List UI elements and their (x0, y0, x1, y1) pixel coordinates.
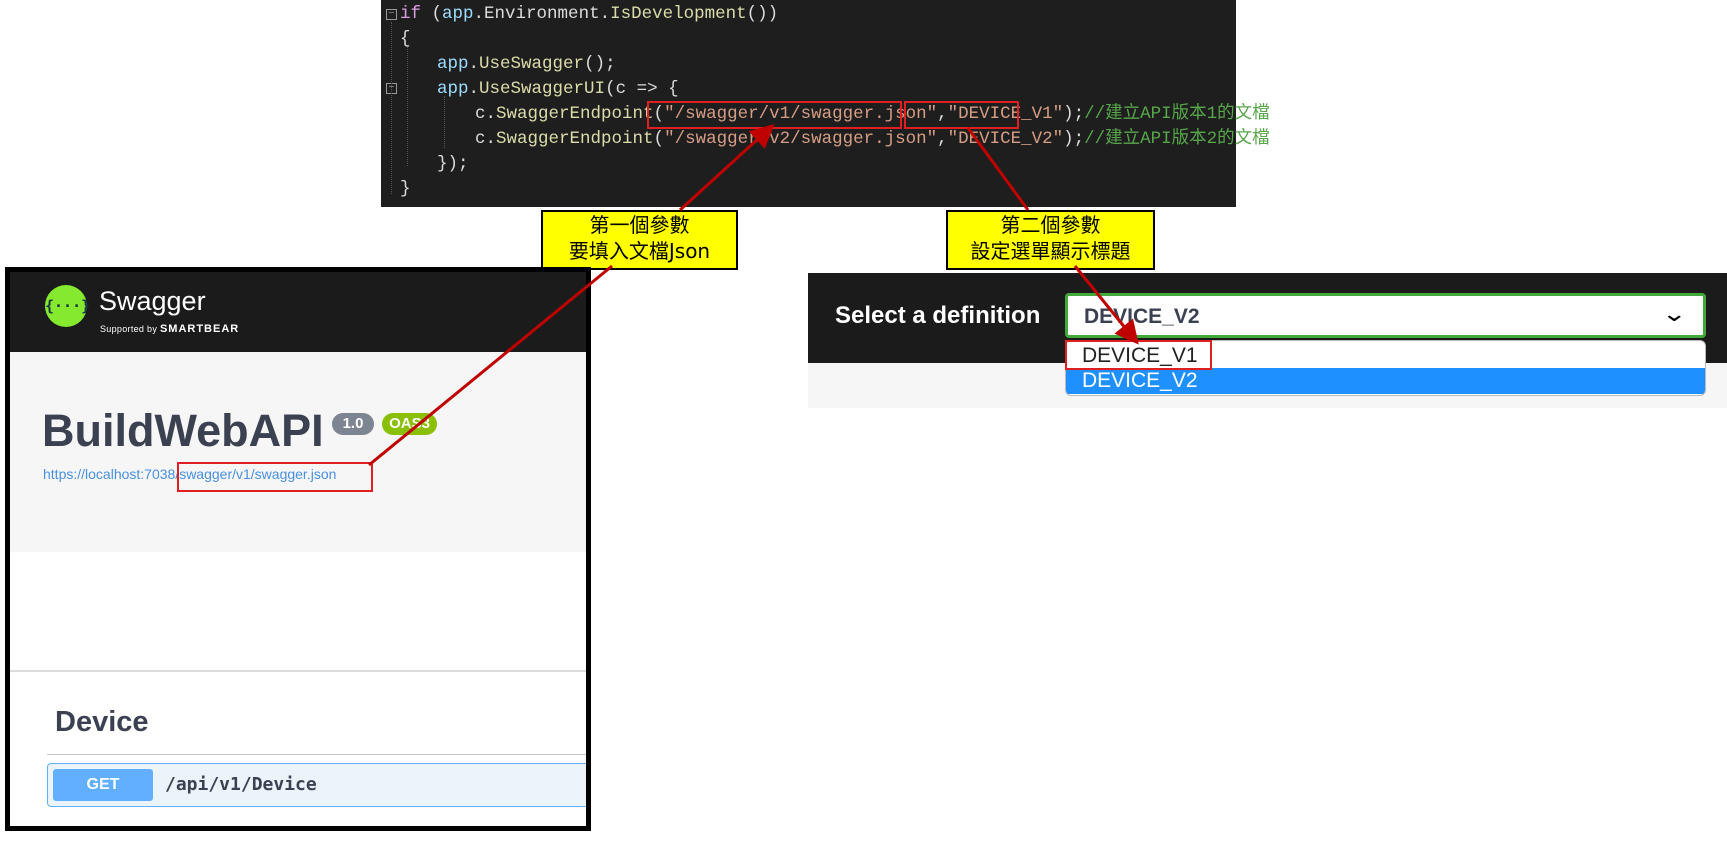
code-line-1: if (app.Environment.IsDevelopment()) (400, 4, 779, 24)
indent-guide (444, 96, 445, 148)
callout-first-line2: 要填入文檔Json (568, 239, 711, 263)
divider (10, 670, 586, 672)
code-line-6: c.SwaggerEndpoint("/swagger/v2/swagger.j… (475, 129, 1270, 149)
collapse-icon[interactable]: − (386, 9, 397, 20)
swagger-logo-icon[interactable]: {···} (45, 285, 90, 327)
oas-badge: OAS3 (382, 413, 437, 435)
code-line-7: }); (437, 154, 469, 174)
option-device-v2[interactable]: DEVICE_V2 (1066, 368, 1705, 394)
supported-by-smartbear: Supported by SMARTBEAR (100, 323, 240, 335)
swagger-topbar: {···} Swagger Supported by SMARTBEAR (10, 272, 586, 352)
code-line-2: { (400, 29, 411, 49)
highlight-json-path (647, 101, 902, 129)
callout-first-line1: 第一個參數 (589, 213, 690, 237)
selected-definition: DEVICE_V2 (1084, 305, 1200, 328)
api-title: BuildWebAPI (42, 405, 324, 456)
callout-second-line2: 設定選單顯示標題 (970, 239, 1131, 263)
swagger-brand[interactable]: Swagger (99, 286, 206, 317)
version-badge: 1.0 (332, 413, 374, 435)
operation-get-device[interactable]: GET /api/v1/Device (47, 763, 586, 807)
tag-underline (47, 754, 586, 755)
callout-second-parameter: 第二個參數 設定選單顯示標題 (946, 210, 1155, 270)
method-badge-get: GET (53, 769, 153, 801)
code-line-4: app.UseSwaggerUI(c => { (437, 79, 679, 99)
swagger-ui-panel: {···} Swagger Supported by SMARTBEAR GET… (5, 267, 591, 831)
code-line-3: app.UseSwagger(); (437, 54, 616, 74)
indent-guide (391, 22, 392, 194)
callout-first-parameter: 第一個參數 要填入文檔Json (541, 210, 738, 270)
highlight-device-v1 (904, 101, 1019, 129)
operation-path: /api/v1/Device (165, 774, 317, 795)
tag-device[interactable]: Device (55, 706, 149, 739)
chevron-down-icon: ⌄ (1660, 301, 1687, 326)
highlight-url-path (177, 462, 373, 492)
definition-select[interactable]: DEVICE_V2 ⌄ (1065, 293, 1706, 338)
select-definition-label: Select a definition (835, 302, 1041, 329)
indent-guide (407, 46, 408, 166)
code-line-8: } (400, 179, 411, 199)
highlight-option-v1 (1065, 340, 1212, 370)
callout-second-line1: 第二個參數 (1000, 213, 1101, 237)
